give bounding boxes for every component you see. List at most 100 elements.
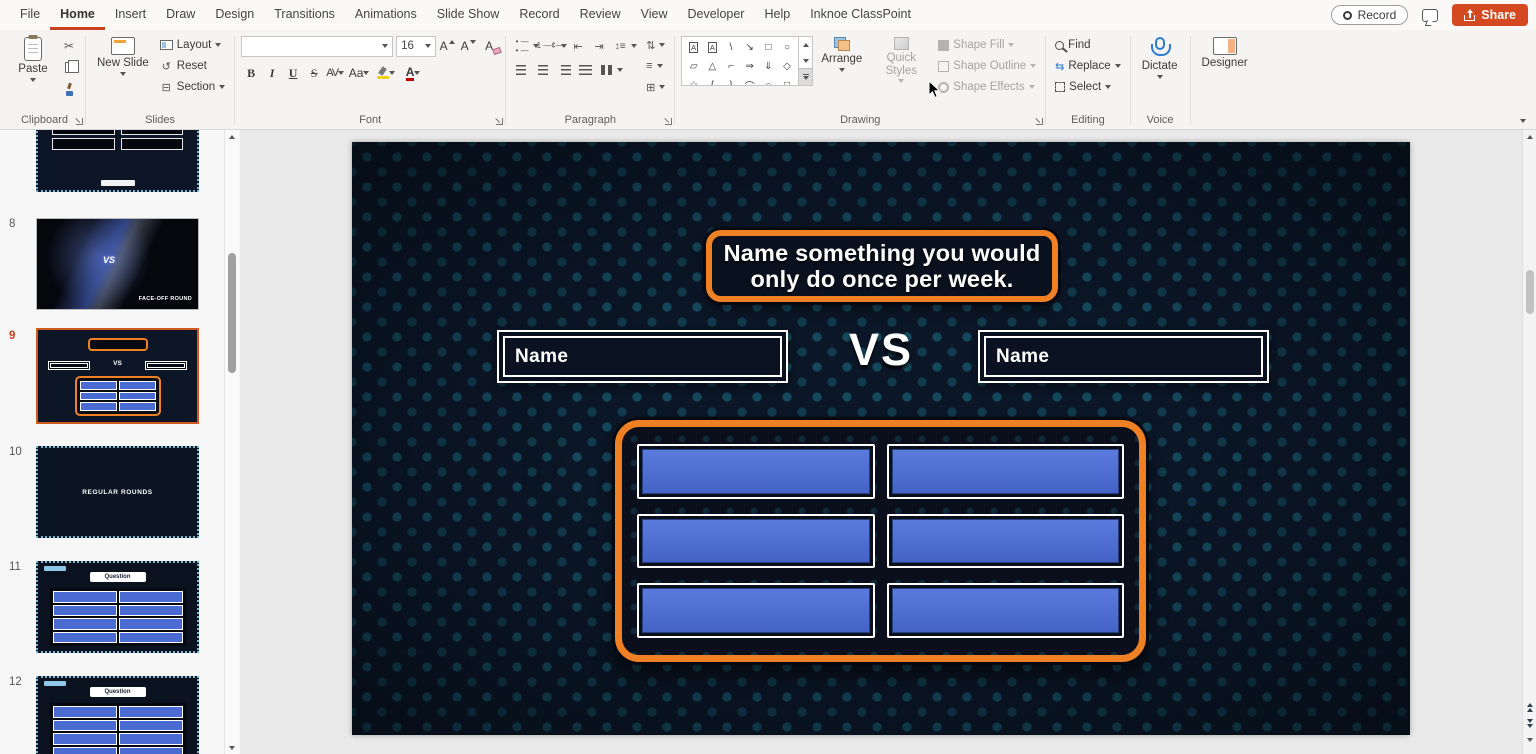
slide-canvas[interactable]: Name something you would only do once pe… [352,142,1410,735]
share-button[interactable]: Share [1452,4,1528,26]
canvas-scroll-up-button[interactable] [1523,130,1536,143]
thumbnail-scrollbar-thumb[interactable] [228,253,236,373]
question-text-box[interactable]: Name something you would only do once pe… [706,230,1058,302]
right-brace-shape-icon[interactable] [722,76,741,86]
next-slide-button[interactable] [1523,717,1536,730]
font-name-combobox[interactable] [241,36,393,57]
star-shape-icon[interactable] [684,76,703,86]
previous-slide-button[interactable] [1523,701,1536,714]
right-arrow-shape-icon[interactable] [740,57,759,76]
slide-thumbnail-9-selected[interactable]: VS [36,328,199,424]
left-brace-shape-icon[interactable] [703,76,722,86]
increase-font-size-button[interactable]: A [437,37,457,56]
answer-box-2[interactable] [887,444,1125,499]
circle-shape-icon[interactable] [759,76,778,86]
align-text-button[interactable] [643,57,668,75]
drawing-dialog-launcher-icon[interactable] [1036,118,1043,125]
menu-tab-classpoint[interactable]: Inknoe ClassPoint [800,0,921,30]
menu-tab-developer[interactable]: Developer [677,0,754,30]
align-right-button[interactable] [554,61,574,80]
thumbnail-scroll-up-button[interactable] [225,130,239,143]
parallelogram-shape-icon[interactable] [684,57,703,76]
thumbnail-scrollbar[interactable] [224,130,238,754]
menu-tab-transitions[interactable]: Transitions [264,0,345,30]
paragraph-dialog-launcher-icon[interactable] [665,118,672,125]
square-shape-icon[interactable] [778,76,797,86]
format-painter-button[interactable] [59,80,79,99]
menu-tab-file[interactable]: File [10,0,50,30]
arrow-shape-icon[interactable] [740,38,759,57]
menu-tab-record[interactable]: Record [509,0,569,30]
menu-tab-animations[interactable]: Animations [345,0,427,30]
bold-button[interactable]: B [241,64,261,83]
text-highlight-button[interactable] [373,64,399,83]
slide-thumbnail-11[interactable]: Question [36,561,199,653]
text-box-icon[interactable]: A [684,38,703,57]
canvas-scrollbar-thumb[interactable] [1526,270,1534,314]
answer-board[interactable] [615,420,1146,662]
character-spacing-button[interactable]: AV [325,64,345,83]
columns-button[interactable] [596,61,616,80]
gallery-scroll-down-button[interactable] [799,53,812,69]
font-color-button[interactable]: A [400,64,426,83]
menu-tab-review[interactable]: Review [570,0,631,30]
answer-box-1[interactable] [637,444,875,499]
quick-styles-button[interactable]: Quick Styles [870,34,932,86]
vertical-text-box-icon[interactable]: A [703,38,722,57]
arrange-button[interactable]: Arrange [816,34,867,75]
comments-icon[interactable] [1422,9,1438,22]
slide-thumbnail-7[interactable] [36,130,199,192]
font-size-combobox[interactable]: 16 [396,36,436,57]
answer-box-3[interactable] [637,514,875,569]
increase-indent-button[interactable] [589,37,609,56]
paste-button[interactable]: Paste [10,34,56,85]
shape-outline-button[interactable]: Shape Outline [935,57,1039,75]
font-dialog-launcher-icon[interactable] [496,118,503,125]
new-slide-button[interactable]: New Slide [92,34,154,79]
gallery-more-button[interactable] [799,68,812,85]
cut-button[interactable] [59,36,79,55]
menu-tab-slide-show[interactable]: Slide Show [427,0,510,30]
strikethrough-button[interactable]: S [304,64,324,83]
align-center-button[interactable] [533,61,553,80]
copy-button[interactable] [59,58,79,77]
menu-tab-insert[interactable]: Insert [105,0,156,30]
numbering-button[interactable] [540,37,560,56]
answer-box-6[interactable] [887,583,1125,638]
gallery-scroll-up-button[interactable] [799,37,812,53]
slide-thumbnail-10[interactable]: REGULAR ROUNDS [36,446,199,538]
line-shape-icon[interactable] [722,38,741,57]
collapse-ribbon-button[interactable] [1520,119,1526,123]
dictate-button[interactable]: Dictate [1137,34,1183,82]
change-case-button[interactable]: Aa [346,64,372,83]
select-button[interactable]: Select [1052,78,1123,96]
clipboard-dialog-launcher-icon[interactable] [76,118,83,125]
shape-gallery[interactable]: A A [681,36,799,86]
triangle-shape-icon[interactable] [703,57,722,76]
decrease-indent-button[interactable] [568,37,588,56]
find-button[interactable]: Find [1052,36,1123,54]
canvas-scroll-down-button[interactable] [1523,733,1536,746]
menu-tab-home[interactable]: Home [50,0,105,30]
name-box-right[interactable]: Name [978,330,1269,383]
underline-button[interactable]: U [283,64,303,83]
menu-tab-view[interactable]: View [631,0,678,30]
rectangle-shape-icon[interactable] [759,38,778,57]
answer-box-4[interactable] [887,514,1125,569]
slide-editing-area[interactable]: Name something you would only do once pe… [240,130,1536,754]
decrease-font-size-button[interactable]: A [458,37,478,56]
menu-tab-draw[interactable]: Draw [156,0,205,30]
convert-to-smartart-button[interactable] [643,78,668,96]
bullets-button[interactable] [512,37,532,56]
oval-shape-icon[interactable] [778,38,797,57]
section-button[interactable]: Section [157,78,228,96]
line-spacing-button[interactable] [610,37,630,56]
layout-button[interactable]: Layout [157,36,228,54]
elbow-connector-icon[interactable] [722,57,741,76]
canvas-scrollbar[interactable] [1522,130,1536,754]
menu-tab-help[interactable]: Help [754,0,800,30]
shape-fill-button[interactable]: Shape Fill [935,36,1039,54]
slide-thumbnail-8[interactable]: VS FACE-OFF ROUND [36,218,199,310]
text-direction-button[interactable] [643,36,668,54]
clear-formatting-button[interactable]: A [479,37,499,56]
